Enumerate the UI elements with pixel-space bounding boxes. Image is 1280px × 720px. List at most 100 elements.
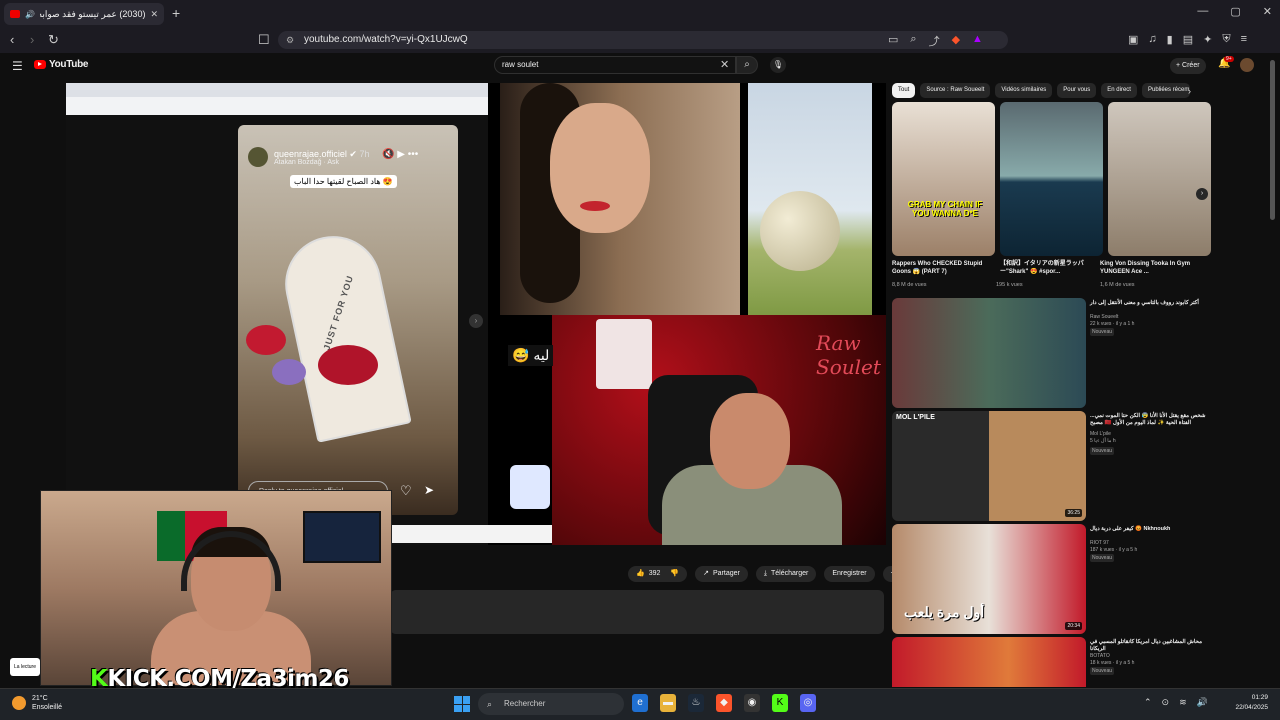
video-title[interactable]: Nkhnoukh 😡 كيفر على دربة ديال [1090, 526, 1206, 533]
discord-icon[interactable]: ◎ [800, 694, 816, 712]
video-title[interactable]: محاش المشاغبين ديال امريكا كانقاتلو المس… [1090, 639, 1206, 653]
weather-widget[interactable]: 21°C Ensoleillé [12, 694, 62, 712]
close-tab-icon[interactable]: ✕ [150, 9, 158, 20]
video-player[interactable]: queenrajae.officiel ✔ 7h Atakan Bozdağ ·… [66, 83, 886, 545]
obs-icon[interactable]: ◉ [744, 694, 760, 712]
search-button[interactable]: ⌕ [736, 56, 758, 74]
leo-ai-icon[interactable]: ✦ [1203, 33, 1212, 46]
video-thumbnail[interactable]: أول مرة يلعب 20:34 [892, 524, 1086, 634]
short-card[interactable] [1000, 102, 1103, 256]
tab-title: (2030) عمر تيستو فقد صوابه ... [40, 8, 146, 19]
new-tab-button[interactable]: + [172, 5, 180, 21]
close-window-button[interactable]: ✕ [1263, 5, 1272, 18]
short-title[interactable]: King Von Dissing Tooka In Gym YUNGEEN Ac… [1100, 260, 1192, 276]
video-thumbnail[interactable] [892, 637, 1086, 687]
volume-icon[interactable]: 🔊 [1197, 697, 1208, 708]
screenshot-icon[interactable]: ▭ [888, 33, 898, 49]
recommendation-item[interactable]: أول مرة يلعب 20:34 Nkhnoukh 😡 كيفر على د… [892, 524, 1268, 634]
hamburger-menu-icon[interactable]: ☰ [12, 59, 23, 73]
short-card[interactable]: GRAB MY CHAIN IF YOU WANNA D*E [892, 102, 995, 256]
save-button[interactable]: Enregistrer [824, 566, 875, 582]
captured-taskbar [392, 525, 552, 543]
menu-icon[interactable]: ≡ [1241, 33, 1247, 46]
voice-search-icon[interactable]: 🎙 [770, 57, 786, 73]
youtube-logo[interactable]: YouTube [34, 59, 89, 70]
video-description[interactable] [390, 590, 884, 634]
gift-panel: JUST FOR YOU [276, 227, 412, 443]
page-scrollbar[interactable] [1270, 60, 1275, 220]
minimize-button[interactable]: — [1197, 5, 1208, 18]
browser-tab[interactable]: 🔊 (2030) عمر تيستو فقد صوابه ... ✕ [4, 3, 164, 25]
back-icon[interactable]: ‹ [10, 32, 14, 47]
account-avatar[interactable] [1240, 58, 1254, 72]
wifi-icon[interactable]: ≋ [1179, 697, 1187, 708]
speaker-icon[interactable]: 🔊 [25, 10, 35, 19]
recommendation-item[interactable]: MOL L'PILE 36:25 شخص مقع يقتل الأنا الأن… [892, 411, 1268, 521]
ball-shape [760, 191, 840, 271]
music-icon[interactable]: ♫ [1148, 33, 1156, 46]
recommendation-item[interactable]: أكتر كابوند رووف بالتاسي و معنى الأنتقل … [892, 298, 1268, 408]
site-info-icon[interactable]: ⚙ [286, 31, 294, 49]
create-button[interactable]: + Créer [1170, 58, 1206, 74]
share-arrow-icon: ↗ [703, 570, 709, 577]
brave-shield-icon[interactable]: ◆ [952, 33, 960, 49]
share-icon[interactable]: ⤴ [929, 33, 940, 49]
clear-search-icon[interactable]: ✕ [720, 58, 729, 71]
like-count: 392 [648, 570, 661, 577]
short-title[interactable]: 【和訳】イタリアの新星ラッパー"Shark" 😍 #spor... [1000, 260, 1092, 276]
short-title[interactable]: Rappers Who CHECKED Stupid Goons 😱 (PART… [892, 260, 984, 276]
video-meta: 22 k vues · il y a 1 h [1090, 321, 1135, 327]
chip-live[interactable]: En direct [1101, 83, 1137, 98]
file-explorer-icon[interactable]: ▬ [660, 694, 676, 712]
tray-chevron-icon[interactable]: ⌃ [1144, 697, 1152, 708]
woman-clip [500, 83, 740, 315]
share-button[interactable]: ↗ Partager [695, 566, 748, 582]
chip-recent[interactable]: Publiées récem [1141, 83, 1190, 98]
taskbar-search[interactable]: ⌕ Rechercher [478, 693, 624, 715]
wallet-icon[interactable]: ▤ [1183, 33, 1193, 46]
zoom-icon[interactable]: ⌕ [910, 33, 916, 49]
steam-icon[interactable]: ♨ [688, 694, 704, 712]
forward-icon[interactable]: › [30, 32, 34, 47]
download-icon: ⤓ [763, 570, 767, 577]
video-title[interactable]: أكتر كابوند رووف بالتاسي و معنى الأنتقل … [1090, 300, 1206, 307]
sidebar-icon[interactable]: ▮ [1167, 33, 1173, 46]
extensions-icon[interactable]: ▣ [1128, 33, 1138, 46]
channel-name[interactable]: RIOT 97 [1090, 540, 1109, 546]
chip-all[interactable]: Tout [892, 83, 916, 98]
kick-app-icon[interactable]: K [772, 694, 788, 712]
short-views: 1,6 M de vues [1100, 282, 1135, 288]
recommendation-item[interactable]: محاش المشاغبين ديال امريكا كانقاتلو المس… [892, 637, 1268, 687]
chips-next-icon[interactable]: › [1188, 86, 1191, 96]
video-title[interactable]: شخص مقع يقتل الأنا الأنا 😰 الكن حتا المو… [1090, 413, 1206, 427]
video-thumbnail[interactable] [892, 298, 1086, 408]
shorts-next-icon[interactable]: › [1196, 188, 1208, 200]
filter-chips: Tout Source : Raw Soueelt Vidéos similai… [892, 83, 1190, 98]
maximize-button[interactable]: ▢ [1230, 5, 1240, 18]
chip-similar[interactable]: Vidéos similaires [995, 83, 1053, 98]
vpn-icon[interactable]: ⛨ [1222, 33, 1230, 46]
network-icon[interactable]: ⊙ [1162, 697, 1170, 708]
brave-rewards-icon[interactable]: ▲ [972, 33, 983, 49]
brave-icon[interactable]: ◆ [716, 694, 732, 712]
chip-for-you[interactable]: Pour vous [1057, 83, 1097, 98]
chip-source[interactable]: Source : Raw Soueelt [920, 83, 991, 98]
channel-name[interactable]: BOTATO [1090, 653, 1110, 659]
start-button[interactable] [454, 696, 470, 712]
download-button[interactable]: ⤓ Télécharger [755, 566, 817, 582]
channel-name[interactable]: Raw Soueelt [1090, 314, 1118, 320]
streamer-head [710, 393, 790, 489]
short-card[interactable] [1108, 102, 1211, 256]
clock[interactable]: 01:29 22/04/2025 [1226, 693, 1268, 713]
reload-icon[interactable]: ↻ [48, 32, 59, 48]
video-thumbnail[interactable]: MOL L'PILE 36:25 [892, 411, 1086, 521]
capture-browser-tabs [66, 83, 488, 97]
channel-name[interactable]: Mol L'pile [1090, 431, 1111, 437]
ball-clip [748, 83, 872, 315]
search-input[interactable]: raw soulet [494, 56, 736, 74]
edge-icon[interactable]: e [632, 694, 648, 712]
like-button[interactable]: 👍 392 👎 [628, 566, 688, 582]
temperature: 21°C [32, 695, 48, 702]
bookmark-icon[interactable]: ☐ [258, 32, 270, 48]
dislike-icon[interactable]: 👎 [670, 566, 679, 582]
